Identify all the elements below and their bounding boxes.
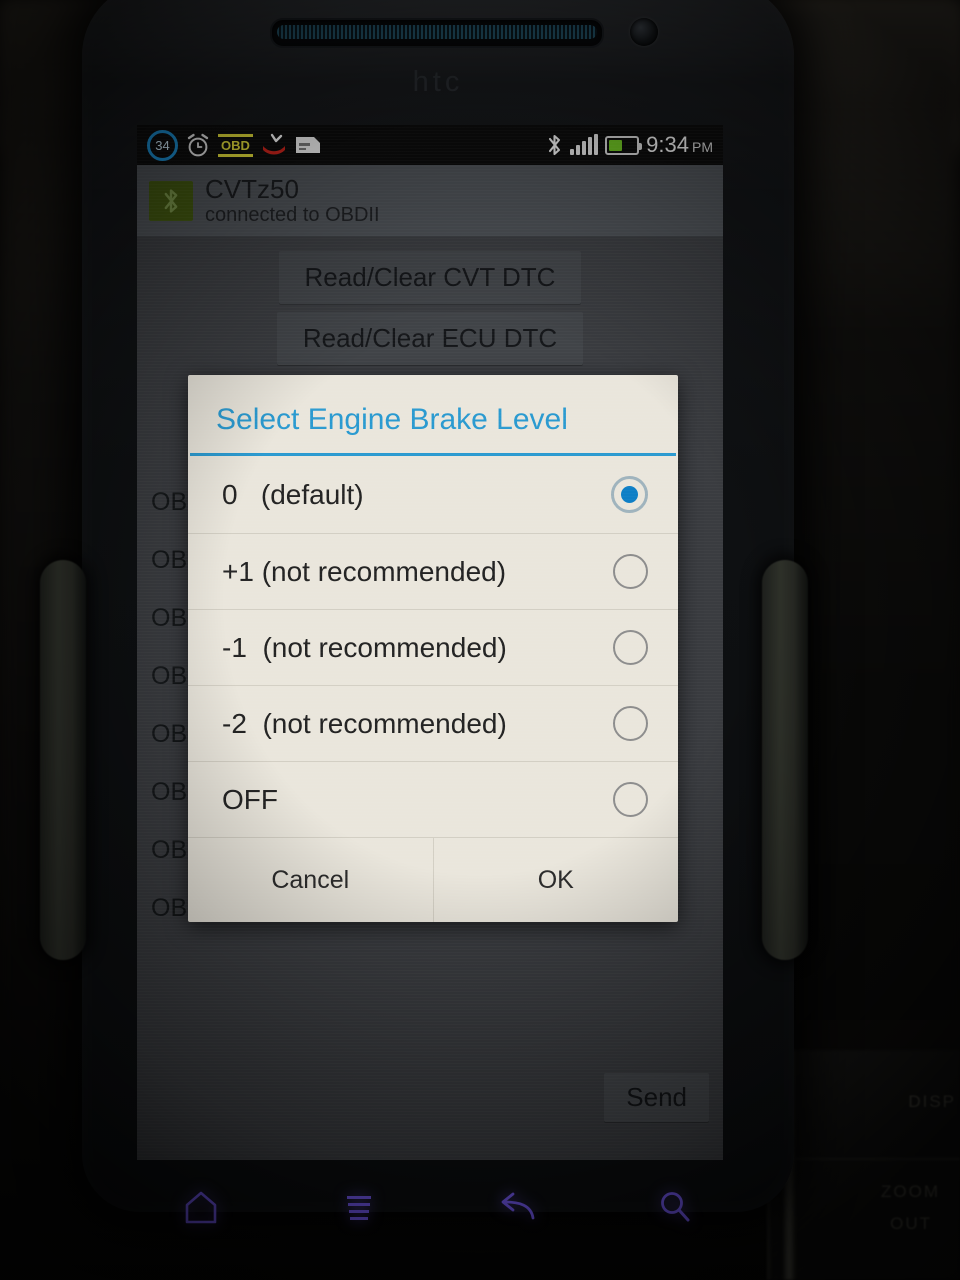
option-row-off[interactable]: OFF xyxy=(188,762,678,838)
dialog-title: Select Engine Brake Level xyxy=(216,403,568,436)
option-label: -1 (not recommended) xyxy=(222,631,507,663)
capacitive-key-row xyxy=(82,1172,794,1242)
obd-icon: OBD xyxy=(218,133,253,157)
status-bar: 34 OBD 9:34 PM xyxy=(137,125,723,165)
status-bar-right-icons: 9:34 PM xyxy=(546,132,713,158)
battery-icon xyxy=(605,135,643,155)
option-label: 0 (default) xyxy=(222,478,364,510)
cancel-button[interactable]: Cancel xyxy=(188,838,433,922)
photo-scene: DISP ZOOM OUT htc 34 OBD 9:34 PM CVTz50 … xyxy=(0,0,960,1280)
status-bar-left-icons: 34 OBD xyxy=(147,129,321,161)
radio-button-minus2[interactable] xyxy=(613,706,648,741)
menu-icon[interactable] xyxy=(336,1184,382,1230)
radio-button-off[interactable] xyxy=(613,782,648,817)
option-label: OFF xyxy=(222,783,278,815)
car-dashboard-panel xyxy=(767,1050,960,1280)
earpiece-speaker xyxy=(270,18,604,48)
ok-button[interactable]: OK xyxy=(432,838,679,922)
radio-button-0[interactable] xyxy=(611,476,648,513)
engine-brake-level-dialog: Select Engine Brake Level 0 (default) +1… xyxy=(188,375,678,922)
status-bar-meridiem: PM xyxy=(692,139,713,155)
alarm-clock-icon xyxy=(187,133,209,157)
signal-strength-icon xyxy=(570,134,599,155)
radio-button-minus1[interactable] xyxy=(613,630,648,665)
search-icon[interactable] xyxy=(652,1184,698,1230)
dashboard-label-zoom: ZOOM xyxy=(881,1182,940,1201)
option-row-minus1[interactable]: -1 (not recommended) xyxy=(188,610,678,686)
option-label: -2 (not recommended) xyxy=(222,707,507,739)
engine-brake-level-options: 0 (default) +1 (not recommended) -1 (not… xyxy=(188,456,678,838)
battery-fill xyxy=(609,139,623,151)
dialog-button-row: Cancel OK xyxy=(188,838,678,922)
dashboard-label-out: OUT xyxy=(890,1214,932,1233)
notification-count-badge: 34 xyxy=(147,129,178,161)
radio-button-plus1[interactable] xyxy=(613,554,648,589)
option-row-minus2[interactable]: -2 (not recommended) xyxy=(188,686,678,762)
option-label: +1 (not recommended) xyxy=(222,555,507,587)
front-camera xyxy=(630,18,658,46)
back-icon[interactable] xyxy=(494,1184,540,1230)
home-icon[interactable] xyxy=(178,1184,224,1230)
phone-mount-arm-right xyxy=(762,560,808,960)
car-dashboard-divider xyxy=(770,1158,960,1160)
htc-logo: htc xyxy=(412,66,464,98)
dashboard-label-disp: DISP xyxy=(908,1092,956,1111)
option-row-plus1[interactable]: +1 (not recommended) xyxy=(188,534,678,610)
status-bar-clock: 9:34 xyxy=(646,132,689,157)
speaker-mesh xyxy=(277,25,597,39)
bluetooth-icon xyxy=(549,134,561,156)
phone-mount-arm-left xyxy=(40,560,86,960)
missed-call-icon xyxy=(262,133,285,155)
phone-screen: 34 OBD 9:34 PM CVTz50 connected to OBDII… xyxy=(137,125,723,1160)
sms-message-icon xyxy=(295,137,320,153)
option-row-0[interactable]: 0 (default) xyxy=(188,456,678,534)
